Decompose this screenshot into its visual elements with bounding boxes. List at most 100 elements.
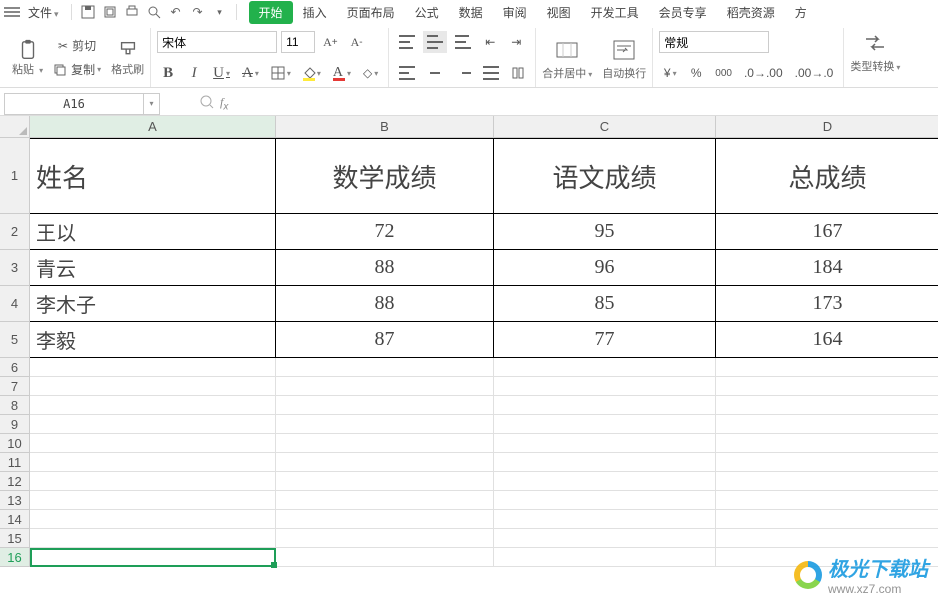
row-header[interactable]: 11 [0,453,30,472]
row-header[interactable]: 2 [0,214,30,250]
row-header[interactable]: 7 [0,377,30,396]
font-color-button[interactable]: A▾ [329,62,355,84]
cell[interactable]: 164 [716,322,938,358]
tab-member[interactable]: 会员专享 [649,1,717,24]
format-painter-button[interactable] [113,39,143,61]
type-convert-button[interactable] [859,28,891,58]
bold-button[interactable]: B [157,62,179,84]
tab-home[interactable]: 开始 [249,1,293,24]
row-header[interactable]: 5 [0,322,30,358]
strikethrough-button[interactable]: A▾ [238,62,263,84]
cell[interactable]: 87 [276,322,494,358]
justify-button[interactable] [479,62,503,84]
cell[interactable] [494,377,716,396]
cell[interactable] [494,510,716,529]
cell[interactable] [494,529,716,548]
select-all-corner[interactable] [0,116,30,138]
cell[interactable] [276,434,494,453]
cell[interactable]: 95 [494,214,716,250]
cell[interactable] [30,377,276,396]
cell[interactable] [716,434,938,453]
row-header[interactable]: 15 [0,529,30,548]
cell[interactable] [30,548,276,567]
number-format-input[interactable] [659,31,769,53]
file-menu[interactable]: 文件▾ [22,4,65,21]
cell[interactable] [30,396,276,415]
cell[interactable]: 72 [276,214,494,250]
cell[interactable] [30,434,276,453]
decrease-indent-button[interactable]: ⇤ [479,31,501,53]
orientation-button[interactable] [507,62,529,84]
cell[interactable] [716,529,938,548]
print-preview-icon[interactable] [100,2,120,22]
cell[interactable] [494,491,716,510]
cell[interactable] [276,453,494,472]
cell[interactable]: 88 [276,286,494,322]
cell[interactable] [30,453,276,472]
copy-button[interactable]: 复制▾ [49,59,105,81]
cell[interactable] [716,358,938,377]
preview-icon[interactable] [144,2,164,22]
cell[interactable] [716,396,938,415]
align-top-button[interactable] [395,31,419,53]
column-header[interactable]: A [30,116,276,138]
align-left-button[interactable] [395,62,419,84]
font-name-input[interactable] [157,31,277,53]
cancel-icon[interactable] [200,95,214,112]
align-center-button[interactable] [423,62,447,84]
currency-button[interactable]: ¥▾ [659,62,681,84]
column-header[interactable]: D [716,116,938,138]
align-middle-button[interactable] [423,31,447,53]
cell[interactable]: 167 [716,214,938,250]
percent-button[interactable]: % [685,62,707,84]
cell[interactable] [716,415,938,434]
cell[interactable] [716,491,938,510]
cell[interactable] [494,415,716,434]
cell[interactable]: 88 [276,250,494,286]
row-header[interactable]: 10 [0,434,30,453]
cell[interactable] [276,529,494,548]
tab-more[interactable]: 方 [785,1,817,24]
undo-icon[interactable]: ↶ [166,2,186,22]
row-header[interactable]: 9 [0,415,30,434]
cell[interactable]: 王以 [30,214,276,250]
paste-button[interactable] [13,39,43,61]
cell[interactable] [494,358,716,377]
cell[interactable] [716,472,938,491]
redo-icon[interactable]: ↷ [188,2,208,22]
cell[interactable] [276,472,494,491]
increase-indent-button[interactable]: ⇥ [505,31,527,53]
cell[interactable]: 184 [716,250,938,286]
clear-format-button[interactable]: ◇▾ [359,62,382,84]
decrease-decimal-button[interactable]: .00→.0 [791,62,838,84]
spreadsheet[interactable]: ABCD 12345678910111213141516 姓名数学成绩语文成绩总… [0,116,938,576]
decrease-font-button[interactable]: A- [346,31,368,53]
cell[interactable] [30,472,276,491]
border-button[interactable]: ▾ [267,62,295,84]
cell[interactable] [494,548,716,567]
hamburger-icon[interactable] [4,7,20,17]
cell[interactable]: 语文成绩 [494,138,716,214]
cell[interactable] [276,548,494,567]
cell[interactable]: 李木子 [30,286,276,322]
cell[interactable]: 总成绩 [716,138,938,214]
save-icon[interactable] [78,2,98,22]
underline-button[interactable]: U▾ [209,62,234,84]
italic-button[interactable]: I [183,62,205,84]
print-icon[interactable] [122,2,142,22]
cell[interactable] [276,396,494,415]
cell[interactable] [276,415,494,434]
cell[interactable] [494,434,716,453]
cell[interactable]: 85 [494,286,716,322]
cell[interactable] [494,453,716,472]
cell[interactable] [716,510,938,529]
tab-developer[interactable]: 开发工具 [581,1,649,24]
tab-data[interactable]: 数据 [449,1,493,24]
name-box[interactable]: A16 [4,93,144,115]
cell[interactable]: 李毅 [30,322,276,358]
tab-formulas[interactable]: 公式 [405,1,449,24]
fx-icon[interactable]: fx [220,95,228,112]
tab-resources[interactable]: 稻壳资源 [717,1,785,24]
cell[interactable] [30,358,276,377]
cell[interactable] [276,358,494,377]
